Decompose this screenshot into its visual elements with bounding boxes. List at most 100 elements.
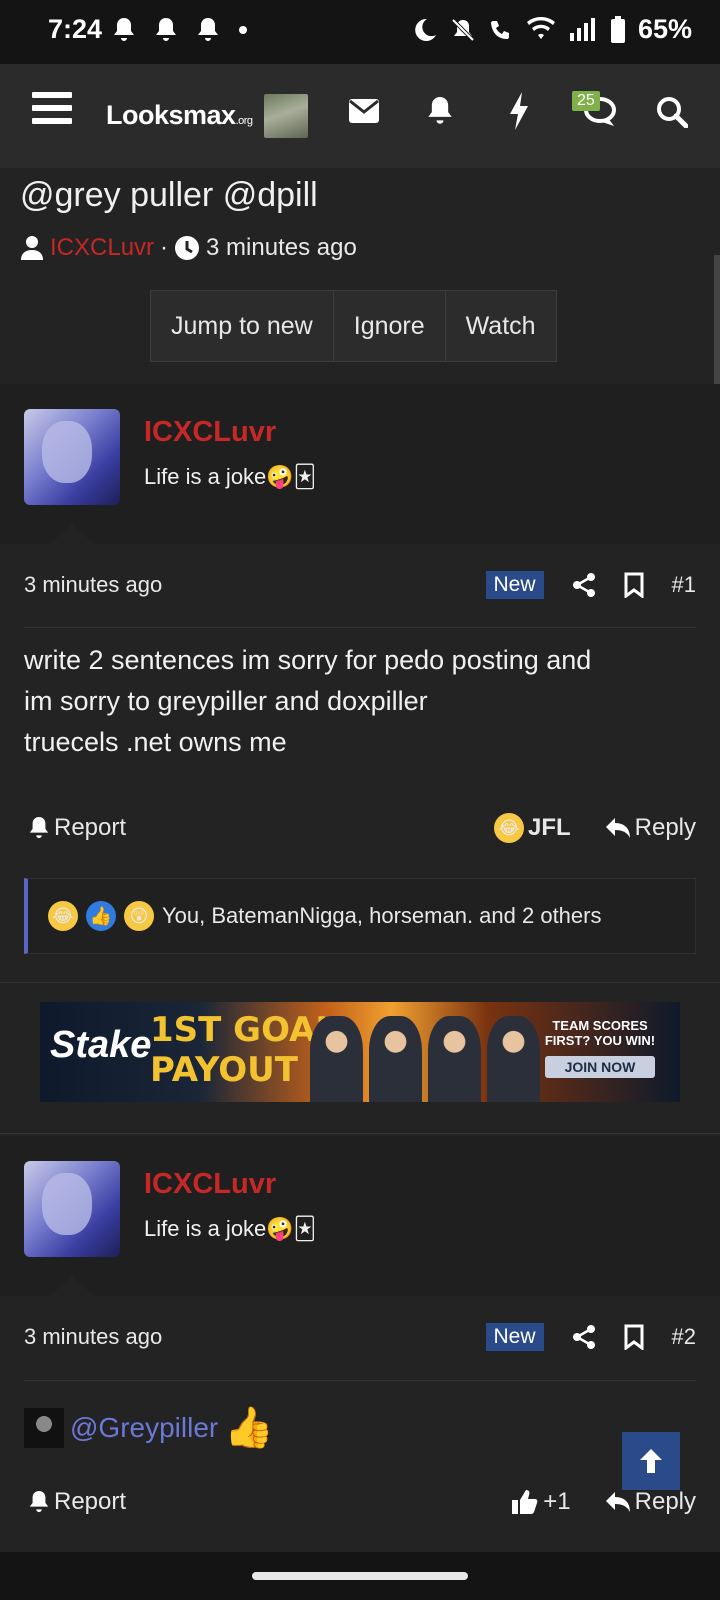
- post-1-arrow: [50, 524, 94, 544]
- post-2-reply-button[interactable]: Reply: [605, 1488, 696, 1516]
- bell-icon: [29, 817, 49, 839]
- post-2-share-button[interactable]: [572, 1324, 596, 1350]
- post-2-like-button[interactable]: +1: [511, 1488, 571, 1516]
- bell-off-icon: [451, 18, 475, 41]
- crying-laughing-emoji-icon: 😂: [48, 901, 78, 931]
- post-2-time[interactable]: 3 minutes ago: [24, 1324, 486, 1350]
- crying-laughing-emoji-icon: 😂: [493, 813, 524, 843]
- conversations-badge: 25: [572, 91, 600, 111]
- post-1-bookmark-button[interactable]: [624, 572, 644, 598]
- notification-icons: [112, 16, 248, 44]
- top-navbar: Looksmax.org 25: [0, 64, 720, 168]
- ad-brand: Stake: [50, 1024, 152, 1066]
- lightning-icon: [510, 92, 528, 130]
- post-1-divider: [24, 627, 696, 628]
- post-2-divider: [24, 1380, 696, 1381]
- reply-icon: [605, 818, 630, 838]
- like-emoji-icon: 👍: [86, 901, 116, 931]
- reply-icon: [605, 1492, 630, 1512]
- menu-icon: [32, 92, 72, 124]
- like-label: +1: [543, 1488, 571, 1515]
- ad-join-button[interactable]: JOIN NOW: [545, 1056, 655, 1078]
- bell-icon: [29, 1491, 49, 1513]
- post-1-share-button[interactable]: [572, 572, 596, 598]
- post-1-body-line: write 2 sentences im sorry for pedo post…: [24, 645, 592, 675]
- jfl-label: JFL: [527, 814, 571, 841]
- post-2-username[interactable]: ICXCLuvr: [144, 1168, 276, 1201]
- system-status: 65%: [412, 14, 692, 45]
- logo-suffix: .org: [235, 115, 253, 127]
- post-2-body: @Greypiller 👍: [24, 1408, 274, 1448]
- ad-headline-line: PAYOUT: [150, 1050, 298, 1090]
- status-bar: 7:24 65%: [0, 0, 720, 64]
- clock-icon: [175, 236, 200, 260]
- post-2-user-title: Life is a joke🤪🃏: [144, 1216, 317, 1241]
- post-1-user-title: Life is a joke🤪🃏: [144, 464, 317, 489]
- whats-new-button[interactable]: [508, 92, 530, 130]
- menu-button[interactable]: [32, 90, 72, 126]
- ad-players-image: [310, 1016, 540, 1102]
- bell-icon: [428, 97, 452, 124]
- wifi-call-icon: [490, 20, 509, 39]
- post-1-time[interactable]: 3 minutes ago: [24, 572, 486, 598]
- battery-percent: 65%: [637, 14, 692, 44]
- meta-separator: ·: [160, 234, 169, 261]
- post-2-bookmark-button[interactable]: [624, 1324, 644, 1350]
- user-avatar[interactable]: [264, 94, 308, 138]
- mail-icon: [349, 99, 379, 123]
- gesture-bar: [0, 1552, 720, 1600]
- search-button[interactable]: [656, 96, 688, 128]
- post-1-new-badge: New: [485, 571, 544, 599]
- jump-to-new-button[interactable]: Jump to new: [151, 291, 334, 361]
- status-time: 7:24: [48, 14, 103, 44]
- post-1-reactions-bar[interactable]: 😂 👍 😲 You, BatemanNigga, horseman. and 2…: [24, 878, 696, 954]
- post-1-body-line: im sorry to greypiller and doxpiller: [24, 686, 428, 716]
- battery-icon: [610, 15, 625, 43]
- greypiller-avatar[interactable]: [24, 1408, 64, 1448]
- post-2-arrow: [50, 1276, 94, 1296]
- shocked-emoji-icon: 😲: [124, 901, 154, 931]
- report-label: Report: [54, 1488, 127, 1515]
- bell-icon: [156, 18, 176, 41]
- post-1-avatar[interactable]: [24, 409, 120, 505]
- arrow-up-icon: [640, 1449, 662, 1473]
- section-divider: [0, 982, 720, 983]
- user-mention-link[interactable]: @Greypiller: [70, 1412, 218, 1444]
- ignore-button[interactable]: Ignore: [334, 291, 446, 361]
- home-indicator[interactable]: [252, 1572, 468, 1580]
- post-2-user-block: ICXCLuvr Life is a joke🤪🃏: [0, 1136, 720, 1296]
- post-1-number[interactable]: #1: [672, 572, 696, 598]
- report-label: Report: [54, 814, 127, 841]
- post-2-avatar[interactable]: [24, 1161, 120, 1257]
- watch-button[interactable]: Watch: [446, 291, 556, 361]
- inbox-button[interactable]: [348, 98, 380, 124]
- ad-headline-line: 1ST GOAL: [150, 1010, 338, 1050]
- post-1-jfl-reaction-button[interactable]: 😂 JFL: [493, 813, 571, 843]
- bell-icon: [114, 18, 134, 41]
- post-2-number[interactable]: #2: [672, 1324, 696, 1350]
- post-2-report-button[interactable]: Report: [28, 1488, 126, 1516]
- wifi-icon: [526, 16, 555, 39]
- post-1-report-button[interactable]: Report: [28, 814, 126, 842]
- bookmark-icon: [624, 572, 644, 598]
- post-2-new-badge: New: [485, 1323, 544, 1351]
- alerts-button[interactable]: [426, 94, 454, 128]
- logo-text: Looksmax: [106, 100, 236, 130]
- thread-author[interactable]: ICXCLuvr: [50, 234, 154, 262]
- stake-ad-banner[interactable]: Stake 1ST GOAL PAYOUT TEAM SCORES FIRST?…: [40, 1002, 680, 1102]
- thumbs-up-emoji-icon: 👍: [224, 1406, 275, 1450]
- moon-icon: [415, 18, 436, 41]
- post-1-body-line: truecels .net owns me: [24, 727, 287, 757]
- post-1-reply-button[interactable]: Reply: [605, 814, 696, 842]
- post-2-meta: 3 minutes ago New #2: [24, 1317, 696, 1357]
- post-2-actions: Report +1 Reply: [28, 1482, 696, 1522]
- ad-headline: 1ST GOAL PAYOUT: [150, 1010, 337, 1090]
- post-1-user-block: ICXCLuvr Life is a joke🤪🃏: [0, 384, 720, 544]
- bookmark-icon: [624, 1324, 644, 1350]
- share-icon: [572, 1325, 595, 1349]
- post-1-actions: Report 😂 JFL Reply: [28, 808, 696, 848]
- post-1-username[interactable]: ICXCLuvr: [144, 416, 276, 449]
- back-to-top-button[interactable]: [622, 1432, 680, 1490]
- site-logo[interactable]: Looksmax.org: [106, 100, 253, 131]
- reactions-summary[interactable]: You, BatemanNigga, horseman. and 2 other…: [162, 903, 601, 929]
